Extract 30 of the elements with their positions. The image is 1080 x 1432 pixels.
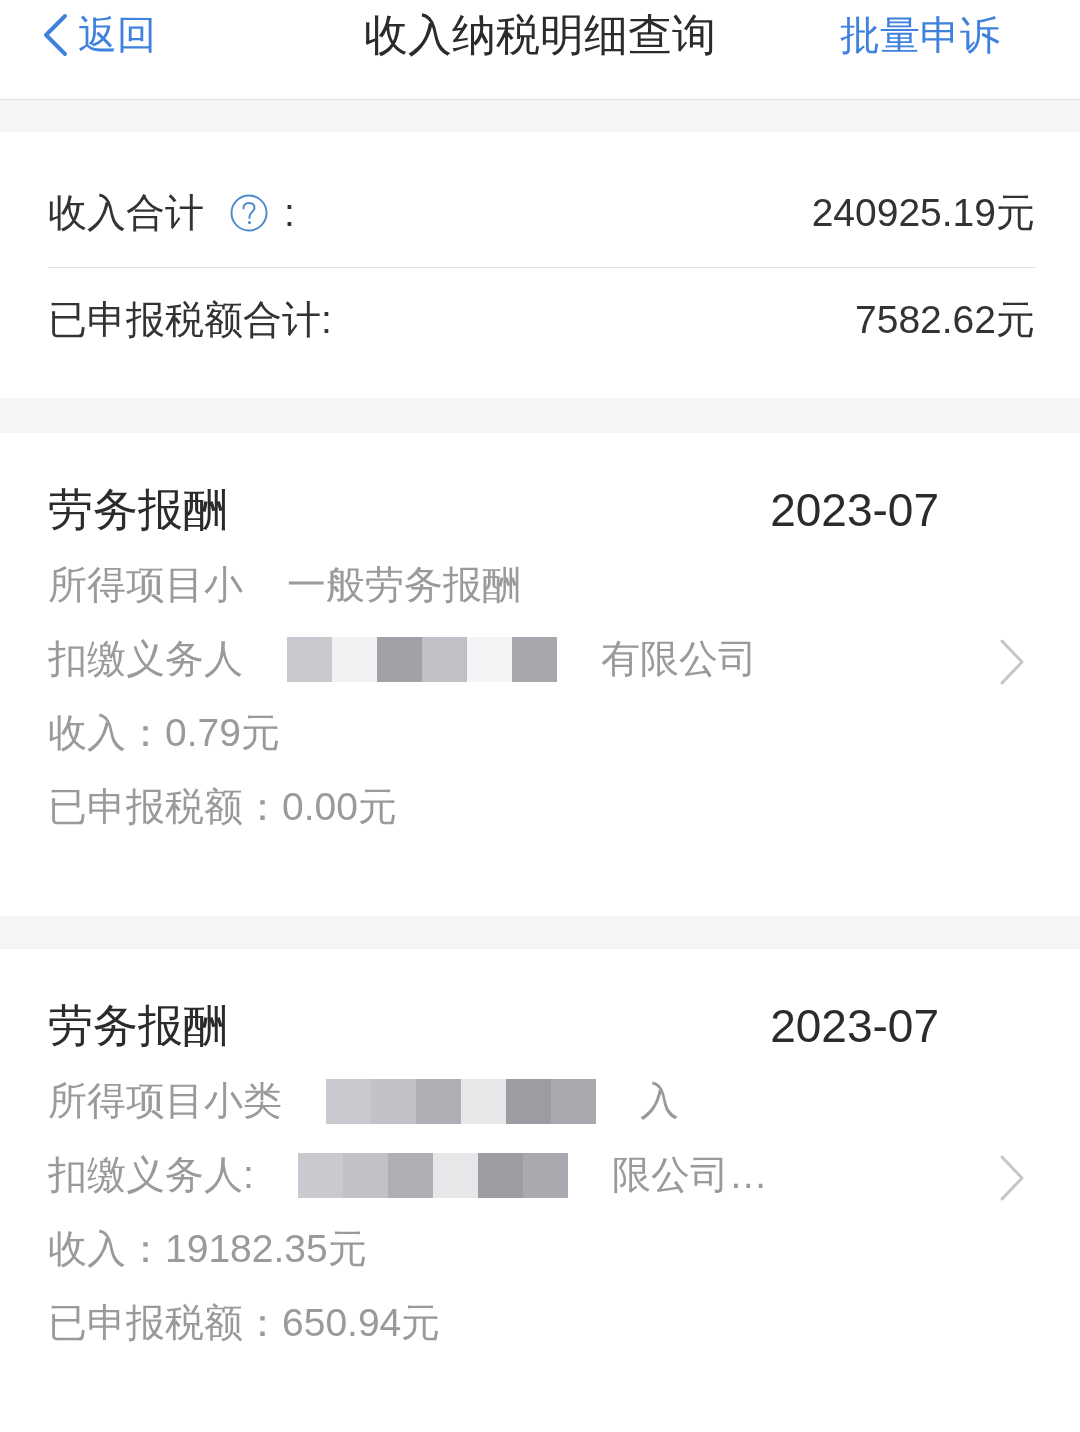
detail-text: 有限公司 (601, 636, 757, 682)
detail-text: 已申报税额：0.00元 (48, 784, 397, 830)
batch-appeal-button[interactable]: 批量申诉 (840, 9, 1000, 60)
detail-text: 一般劳务报酬 (287, 562, 521, 608)
detail-text: 限公司… (611, 1152, 768, 1198)
detail-text: 所得项目小 (48, 562, 243, 608)
income-record-card[interactable]: 劳务报酬 2023-07 所得项目小类 入 扣缴义务人: 限公司… 收入：19182.35元 已申报税额：650.94元 (0, 949, 1080, 1432)
period-text: 2023-07 (770, 483, 939, 537)
summary-label: 已申报税额合计: (48, 297, 332, 343)
detail-text: 扣缴义务人: (48, 1152, 254, 1198)
chevron-right-icon (999, 1154, 1025, 1202)
back-button[interactable]: 返回 (42, 9, 156, 60)
detail-text: 收入：19182.35元 (48, 1226, 367, 1272)
detail-text: 扣缴义务人 (48, 636, 243, 682)
income-record-card[interactable]: 劳务报酬 2023-07 所得项目小 一般劳务报酬 扣缴义务人 有限公司 收入：0.79元 已申报税额：0.00元 (0, 433, 1080, 916)
income-category: 劳务报酬 (48, 483, 228, 537)
period-text: 2023-07 (770, 999, 939, 1053)
summary-value: 240925.19元 (811, 190, 1035, 236)
income-category: 劳务报酬 (48, 999, 228, 1053)
help-icon[interactable] (230, 194, 268, 232)
chevron-right-icon (999, 638, 1025, 686)
detail-text: 所得项目小类 (48, 1078, 282, 1124)
detail-text: 入 (640, 1078, 679, 1124)
summary-label: 收入合计 (48, 190, 204, 236)
colon-text: : (284, 191, 295, 235)
chevron-left-icon (42, 12, 68, 57)
detail-text: 收入：0.79元 (48, 710, 280, 756)
detail-text: 已申报税额：650.94元 (48, 1300, 441, 1346)
page-title: 收入纳税明细查询 (364, 8, 716, 61)
summary-value: 7582.62元 (855, 297, 1035, 343)
